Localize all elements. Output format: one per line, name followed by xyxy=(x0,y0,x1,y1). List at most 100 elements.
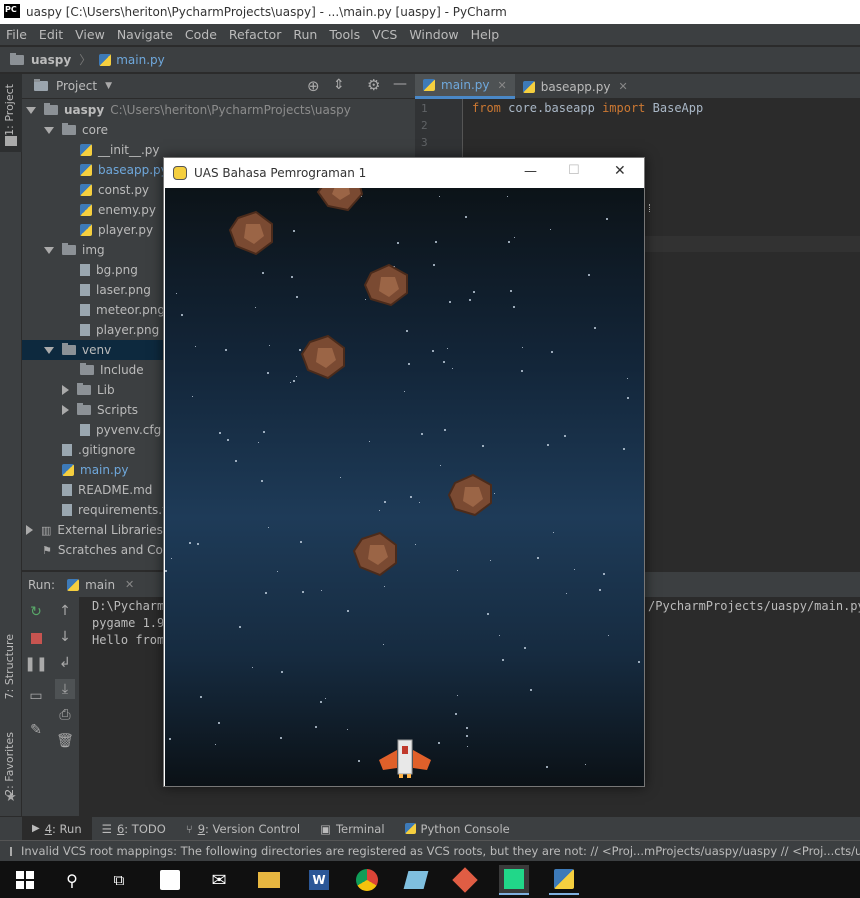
menu-edit[interactable]: Edit xyxy=(33,27,69,42)
word-icon[interactable]: W xyxy=(304,865,334,895)
chevron-down-icon[interactable]: ▼ xyxy=(105,81,112,91)
menu-window[interactable]: Window xyxy=(403,27,464,42)
mail-icon[interactable]: ✉ xyxy=(204,865,234,895)
pin-icon[interactable]: ✎ xyxy=(26,720,46,740)
tree-folder[interactable]: Scripts xyxy=(62,400,138,420)
scroll-to-end-icon[interactable]: ⤓ xyxy=(55,679,75,699)
collapse-all-icon[interactable]: ⇕ xyxy=(333,77,345,93)
project-panel-title[interactable]: Project xyxy=(56,79,97,93)
breadcrumb-project[interactable]: uaspy xyxy=(31,53,71,67)
tree-file[interactable]: .gitignore xyxy=(62,440,135,460)
maximize-button[interactable]: ☐ xyxy=(568,163,580,178)
file-explorer-icon[interactable] xyxy=(254,865,284,895)
menu-navigate[interactable]: Navigate xyxy=(111,27,179,42)
locate-icon[interactable]: ⊕ xyxy=(307,77,320,95)
chevron-down-icon[interactable] xyxy=(44,126,54,134)
tree-file[interactable]: README.md xyxy=(62,480,152,500)
run-tab-main[interactable]: main xyxy=(85,578,115,592)
tab-label: baseapp.py xyxy=(540,79,611,94)
tree-file[interactable]: const.py xyxy=(80,180,149,200)
tree-file[interactable]: requirements.txt xyxy=(62,500,179,520)
git-tool-icon[interactable] xyxy=(450,865,480,895)
tool-window-icon[interactable] xyxy=(10,846,12,856)
close-icon[interactable]: ✕ xyxy=(498,79,507,92)
notes-app-icon[interactable] xyxy=(401,865,431,895)
pycharm-taskbar-icon[interactable] xyxy=(499,865,529,895)
tab-baseapp-py[interactable]: baseapp.py ✕ xyxy=(515,74,636,99)
tab-python-console[interactable]: Python Console xyxy=(395,817,520,841)
rerun-icon[interactable]: ↻ xyxy=(26,602,46,622)
layout-icon[interactable]: ▭ xyxy=(26,686,46,706)
menu-run[interactable]: Run xyxy=(287,27,323,42)
chrome-icon[interactable] xyxy=(352,865,382,895)
search-icon[interactable]: ⚲ xyxy=(57,865,87,895)
tree-file[interactable]: meteor.png xyxy=(80,300,165,320)
soft-wrap-icon[interactable]: ↲ xyxy=(55,653,75,673)
tree-folder[interactable]: Lib xyxy=(62,380,115,400)
menu-vcs[interactable]: VCS xyxy=(366,27,403,42)
chevron-right-icon[interactable] xyxy=(62,385,69,395)
close-icon[interactable]: ✕ xyxy=(618,80,627,93)
tab-label: : TODO xyxy=(124,821,166,836)
chevron-down-icon[interactable] xyxy=(44,246,54,254)
tree-root[interactable]: uaspy C:\Users\heriton\PycharmProjects\u… xyxy=(26,100,351,120)
tree-file[interactable]: player.png xyxy=(80,320,159,340)
python-file-icon xyxy=(522,80,535,93)
close-icon[interactable]: ✕ xyxy=(125,578,134,591)
chevron-down-icon[interactable] xyxy=(44,346,54,354)
structure-tool-tab[interactable]: 7: Structure xyxy=(3,634,16,699)
tab-main-py[interactable]: main.py ✕ xyxy=(415,74,515,99)
favorites-tool-tab[interactable]: 2: Favorites xyxy=(3,732,16,796)
tree-file[interactable]: enemy.py xyxy=(80,200,156,220)
tab-key: 6 xyxy=(116,821,125,836)
star-icon: ★ xyxy=(5,790,17,805)
tree-label: enemy.py xyxy=(98,203,156,217)
menu-tools[interactable]: Tools xyxy=(323,27,366,42)
tree-folder-img[interactable]: img xyxy=(44,240,105,260)
pygame-window[interactable]: UAS Bahasa Pemrograman 1 — ☐ ✕ xyxy=(163,157,645,787)
tree-folder-core[interactable]: core xyxy=(44,120,108,140)
arrow-down-icon[interactable]: ↓ xyxy=(55,627,75,647)
tab-terminal[interactable]: ▣ Terminal xyxy=(310,817,394,841)
store-icon[interactable] xyxy=(155,865,185,895)
tree-file[interactable]: pyvenv.cfg xyxy=(80,420,161,440)
minimize-button[interactable]: — xyxy=(524,164,537,179)
task-view-icon[interactable]: ⧉ xyxy=(104,865,134,895)
tree-file[interactable]: bg.png xyxy=(80,260,138,280)
close-button[interactable]: ✕ xyxy=(614,163,626,179)
tab-run[interactable]: ▶ 4: Run xyxy=(22,816,92,841)
meteor xyxy=(316,188,364,212)
trash-icon[interactable]: 🗑 xyxy=(55,731,75,751)
windows-start-icon[interactable] xyxy=(10,865,40,895)
tree-external-libraries[interactable]: ▥ External Libraries xyxy=(26,520,163,540)
breadcrumb-file[interactable]: main.py xyxy=(116,53,165,67)
project-tool-tab[interactable]: 1: Project xyxy=(3,84,16,136)
pause-icon[interactable]: ❚❚ xyxy=(24,654,47,674)
tree-file[interactable]: main.py xyxy=(62,460,129,480)
game-canvas[interactable] xyxy=(165,188,644,786)
gear-icon[interactable]: ⚙ xyxy=(367,76,380,94)
arrow-up-icon[interactable]: ↑ xyxy=(55,601,75,621)
menu-code[interactable]: Code xyxy=(179,27,223,42)
chevron-right-icon[interactable] xyxy=(62,405,69,415)
chevron-down-icon[interactable] xyxy=(26,106,36,114)
menu-refactor[interactable]: Refactor xyxy=(223,27,287,42)
minimize-icon[interactable]: — xyxy=(393,76,407,92)
status-message[interactable]: Invalid VCS root mappings: The following… xyxy=(21,844,860,858)
tree-folder[interactable]: Include xyxy=(80,360,144,380)
python-taskbar-icon[interactable] xyxy=(549,865,579,895)
tree-file[interactable]: baseapp.py xyxy=(80,160,168,180)
menu-file[interactable]: File xyxy=(0,27,33,42)
chevron-right-icon[interactable] xyxy=(26,525,33,535)
menu-help[interactable]: Help xyxy=(465,27,506,42)
tree-file[interactable]: laser.png xyxy=(80,280,151,300)
stop-icon[interactable] xyxy=(26,628,46,648)
tree-file[interactable]: player.py xyxy=(80,220,153,240)
text-file-icon xyxy=(62,444,72,456)
tree-file[interactable]: __init__.py xyxy=(80,140,160,160)
pycharm-logo-icon: PC xyxy=(4,4,20,20)
tab-todo[interactable]: ☰ 6: TODO xyxy=(92,817,176,841)
tab-version-control[interactable]: ⑂ 9: Version Control xyxy=(176,817,310,841)
menu-view[interactable]: View xyxy=(69,27,111,42)
print-icon[interactable]: ⎙ xyxy=(55,705,75,725)
